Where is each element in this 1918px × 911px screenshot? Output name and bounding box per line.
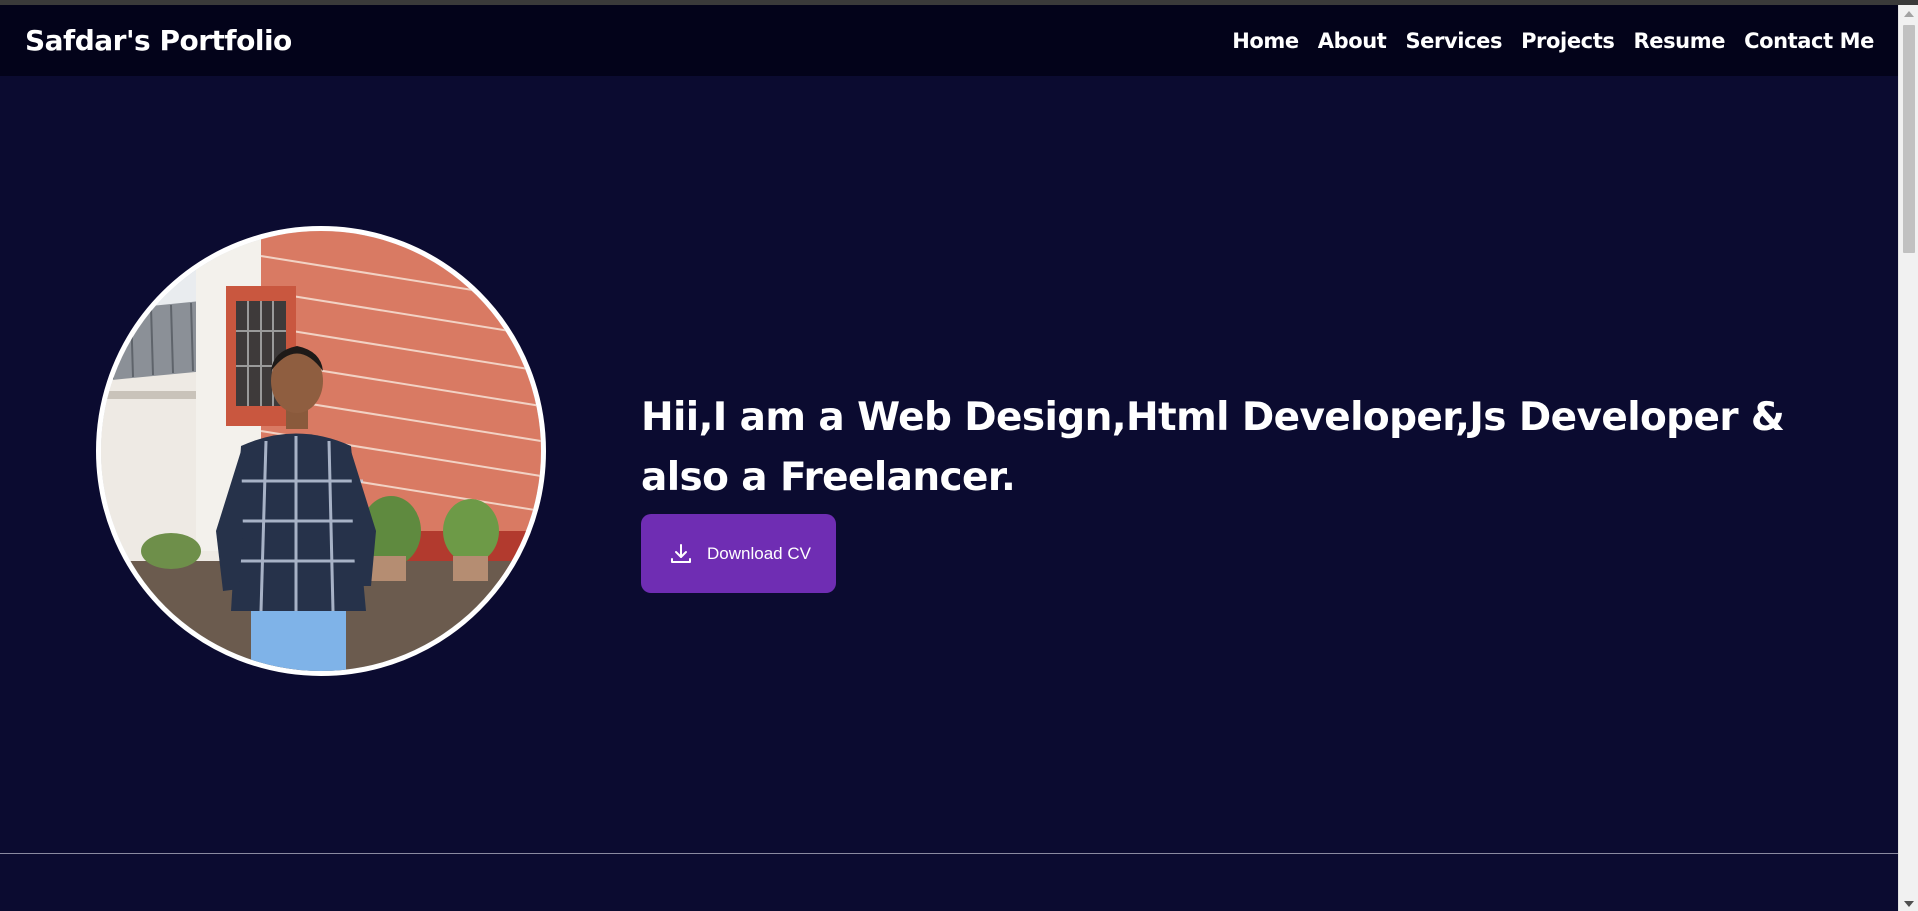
profile-photo (96, 226, 546, 676)
download-icon (671, 543, 691, 563)
nav-link-projects[interactable]: Projects (1521, 29, 1615, 53)
download-cv-label: Download CV (707, 543, 811, 563)
profile-photo-illustration (101, 231, 541, 671)
hero-section: Hii,I am a Web Design,Html Developer,Js … (0, 76, 1898, 852)
nav-links: Home About Services Projects Resume Cont… (1232, 29, 1874, 53)
scroll-up-arrow-icon[interactable] (1904, 11, 1914, 17)
hero-headline: Hii,I am a Web Design,Html Developer,Js … (641, 395, 1785, 500)
nav-link-services[interactable]: Services (1405, 29, 1502, 53)
vertical-scrollbar[interactable] (1898, 5, 1918, 911)
hero-text: Hii,I am a Web Design,Html Developer,Js … (641, 388, 1881, 593)
site-brand[interactable]: Safdar's Portfolio (25, 24, 292, 57)
scroll-down-arrow-icon[interactable] (1904, 901, 1914, 907)
nav-link-resume[interactable]: Resume (1633, 29, 1725, 53)
section-divider (0, 853, 1898, 854)
nav-link-contact[interactable]: Contact Me (1744, 29, 1874, 53)
download-cv-button[interactable]: Download CV (641, 514, 836, 593)
navbar: Safdar's Portfolio Home About Services P… (0, 5, 1898, 76)
nav-link-about[interactable]: About (1318, 29, 1387, 53)
nav-link-home[interactable]: Home (1232, 29, 1299, 53)
scroll-thumb[interactable] (1903, 25, 1915, 253)
